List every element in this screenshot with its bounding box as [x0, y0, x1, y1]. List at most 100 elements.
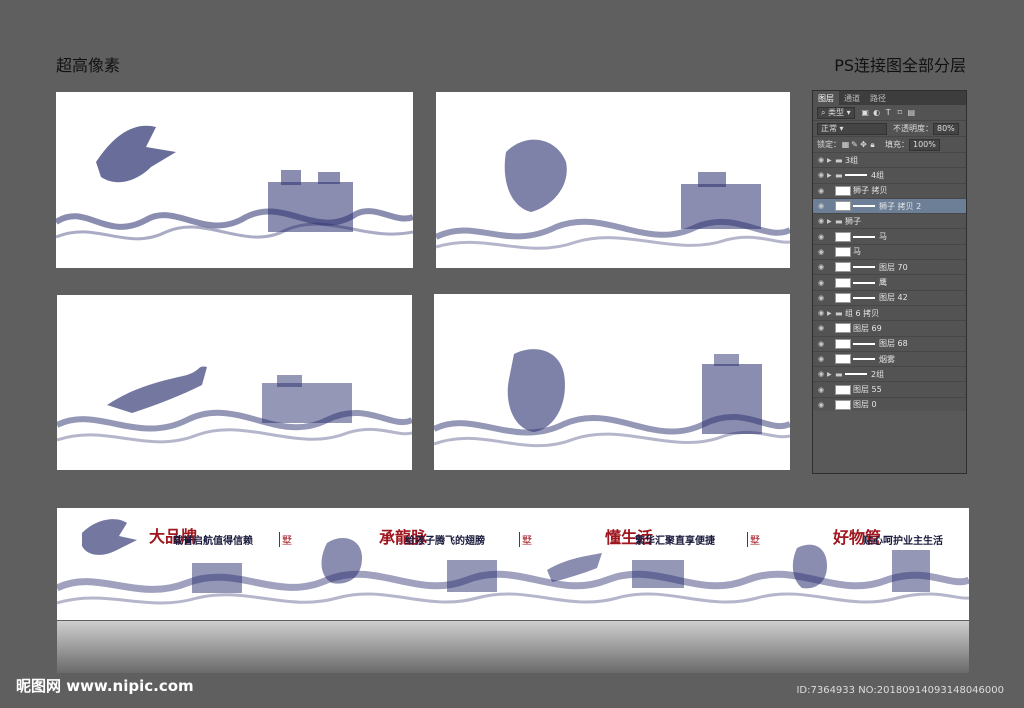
- layer-thumbnail: [835, 201, 851, 212]
- banner-composite: 大品牌 载誉启航值得信赖 承龍脉 给孩子腾飞的翅膀 墅 懂生活 繁华汇聚直享便捷…: [57, 508, 969, 620]
- layer-name: 图层 42: [879, 293, 908, 303]
- image-id: ID:7364933 NO:20180914093148046000: [796, 685, 1004, 696]
- fill-label: 填充：: [885, 140, 909, 149]
- layer-mask-thumbnail: [853, 296, 875, 299]
- pixel-filter-icon[interactable]: ▣: [861, 108, 870, 117]
- layer-row[interactable]: ◉ ▶ ▬ 4组: [813, 168, 966, 184]
- smart-object-filter-icon[interactable]: ▤: [907, 108, 916, 117]
- layer-row[interactable]: ◉ 烟雾: [813, 352, 966, 368]
- eye-icon[interactable]: ◉: [815, 156, 827, 164]
- shape-filter-icon[interactable]: ⌑: [895, 108, 904, 117]
- lock-transparent-icon[interactable]: ▦: [841, 140, 850, 149]
- brand-logo-3: 墅: [747, 532, 760, 547]
- folder-icon: ▬: [835, 369, 843, 379]
- layer-name: 狮子: [845, 216, 861, 226]
- layer-thumbnail: [835, 185, 851, 196]
- filter-row: ⌕ 类型 ▾ ▣ ◐ T ⌑ ▤: [813, 105, 966, 121]
- layer-row[interactable]: ◉ 狮子 拷贝: [813, 184, 966, 199]
- search-icon: ⌕: [821, 107, 826, 117]
- layer-thumbnail: [835, 399, 851, 410]
- eye-icon[interactable]: ◉: [815, 202, 827, 210]
- layer-row[interactable]: ◉ 图层 70: [813, 260, 966, 276]
- eye-icon[interactable]: ◉: [815, 294, 827, 302]
- eye-icon[interactable]: ◉: [815, 309, 827, 317]
- eye-icon[interactable]: ◉: [815, 355, 827, 363]
- banner-reflection: [57, 621, 969, 673]
- eye-icon[interactable]: ◉: [815, 233, 827, 241]
- layer-row[interactable]: ◉ 马: [813, 245, 966, 261]
- layer-thumbnail: [835, 231, 851, 242]
- layer-name: 图层 0: [853, 400, 877, 410]
- layer-thumbnail: [835, 262, 851, 273]
- horse-building-artwork: [57, 366, 412, 444]
- eye-icon[interactable]: ◉: [815, 263, 827, 271]
- layer-thumbnail: [835, 384, 851, 395]
- type-filter-icon[interactable]: T: [884, 108, 893, 117]
- layer-row[interactable]: ◉ 图层 55: [813, 382, 966, 398]
- layer-row[interactable]: ◉ 图层 69: [813, 321, 966, 337]
- layer-name: 4组: [871, 170, 885, 180]
- opacity-label: 不透明度：: [893, 124, 933, 133]
- layer-row[interactable]: ◉ ▶ ▬ 狮子: [813, 214, 966, 230]
- fill-input[interactable]: 100%: [909, 138, 940, 151]
- layer-name: 3组: [845, 155, 859, 165]
- layer-name: 马: [853, 247, 861, 257]
- layer-mask-thumbnail: [853, 281, 875, 284]
- lock-brush-icon[interactable]: ✎: [850, 140, 859, 149]
- blend-row: 正常 ▾ 不透明度： 80%: [813, 121, 966, 137]
- eye-icon[interactable]: ◉: [815, 324, 827, 332]
- layer-row[interactable]: ◉ 狮子 拷贝 2: [813, 198, 966, 215]
- layer-name: 图层 68: [879, 339, 908, 349]
- layers-panel-empty-area: [813, 411, 966, 473]
- tab-paths[interactable]: 路径: [865, 91, 891, 105]
- eye-icon[interactable]: ◉: [815, 370, 827, 378]
- eagle-building-artwork: [56, 125, 413, 241]
- expand-arrow-icon[interactable]: ▶: [827, 218, 835, 225]
- tab-channels[interactable]: 通道: [839, 91, 865, 105]
- eye-icon[interactable]: ◉: [815, 401, 827, 409]
- opacity-input[interactable]: 80%: [933, 122, 959, 135]
- lion-building-artwork: [436, 139, 790, 250]
- eye-icon[interactable]: ◉: [815, 248, 827, 256]
- layer-row[interactable]: ◉ ▶ ▬ 组 6 拷贝: [813, 306, 966, 322]
- banner-slogan-4: 贴心呵护业主生活: [863, 536, 943, 547]
- layer-row[interactable]: ◉ 鹰: [813, 275, 966, 291]
- layer-mask-thumbnail: [853, 358, 875, 360]
- layer-thumbnail: [835, 246, 851, 257]
- eye-icon[interactable]: ◉: [815, 386, 827, 394]
- layers-panel-tabs: 图层 通道 路径: [813, 91, 966, 105]
- eye-icon[interactable]: ◉: [815, 217, 827, 225]
- layer-mask-thumbnail: [853, 205, 875, 208]
- expand-arrow-icon[interactable]: ▶: [827, 371, 835, 378]
- brand-logo-2: 墅: [519, 532, 532, 547]
- layer-mask-thumbnail: [853, 342, 875, 345]
- lock-all-icon[interactable]: 🔒︎: [868, 140, 877, 150]
- header-title-right: PS连接图全部分层: [834, 56, 966, 75]
- layer-row[interactable]: ◉ ▶ ▬ 2组: [813, 367, 966, 383]
- layer-row[interactable]: ◉ 马: [813, 229, 966, 245]
- layers-panel: 图层 通道 路径 ⌕ 类型 ▾ ▣ ◐ T ⌑ ▤ 正常 ▾ 不透明度： 80%…: [812, 90, 967, 474]
- layer-row[interactable]: ◉ 图层 42: [813, 291, 966, 306]
- filter-kind-select[interactable]: ⌕ 类型 ▾: [817, 106, 855, 119]
- expand-arrow-icon[interactable]: ▶: [827, 157, 835, 164]
- expand-arrow-icon[interactable]: ▶: [827, 310, 835, 317]
- lock-row: 锁定： ▦ ✎ ✥ 🔒︎ 填充： 100%: [813, 137, 966, 153]
- preview-panel-pixiu: [434, 294, 790, 470]
- brand-logo-1: 墅: [279, 532, 292, 547]
- expand-arrow-icon[interactable]: ▶: [827, 172, 835, 179]
- layer-row[interactable]: ◉ ▶ ▬ 3组: [813, 153, 966, 169]
- eye-icon[interactable]: ◉: [815, 171, 827, 179]
- blend-mode-select[interactable]: 正常 ▾: [817, 122, 887, 135]
- adjustment-filter-icon[interactable]: ◐: [872, 108, 881, 117]
- layer-row[interactable]: ◉ 图层 68: [813, 337, 966, 352]
- folder-icon: ▬: [835, 170, 843, 180]
- eye-icon[interactable]: ◉: [815, 340, 827, 348]
- lock-move-icon[interactable]: ✥: [859, 140, 868, 149]
- eye-icon[interactable]: ◉: [815, 187, 827, 195]
- layer-name: 狮子 拷贝: [853, 186, 888, 196]
- tab-layers[interactable]: 图层: [813, 91, 839, 105]
- preview-panel-horse: [57, 295, 412, 470]
- layer-name: 图层 69: [853, 323, 882, 333]
- preview-panel-lion: [436, 92, 790, 268]
- eye-icon[interactable]: ◉: [815, 279, 827, 287]
